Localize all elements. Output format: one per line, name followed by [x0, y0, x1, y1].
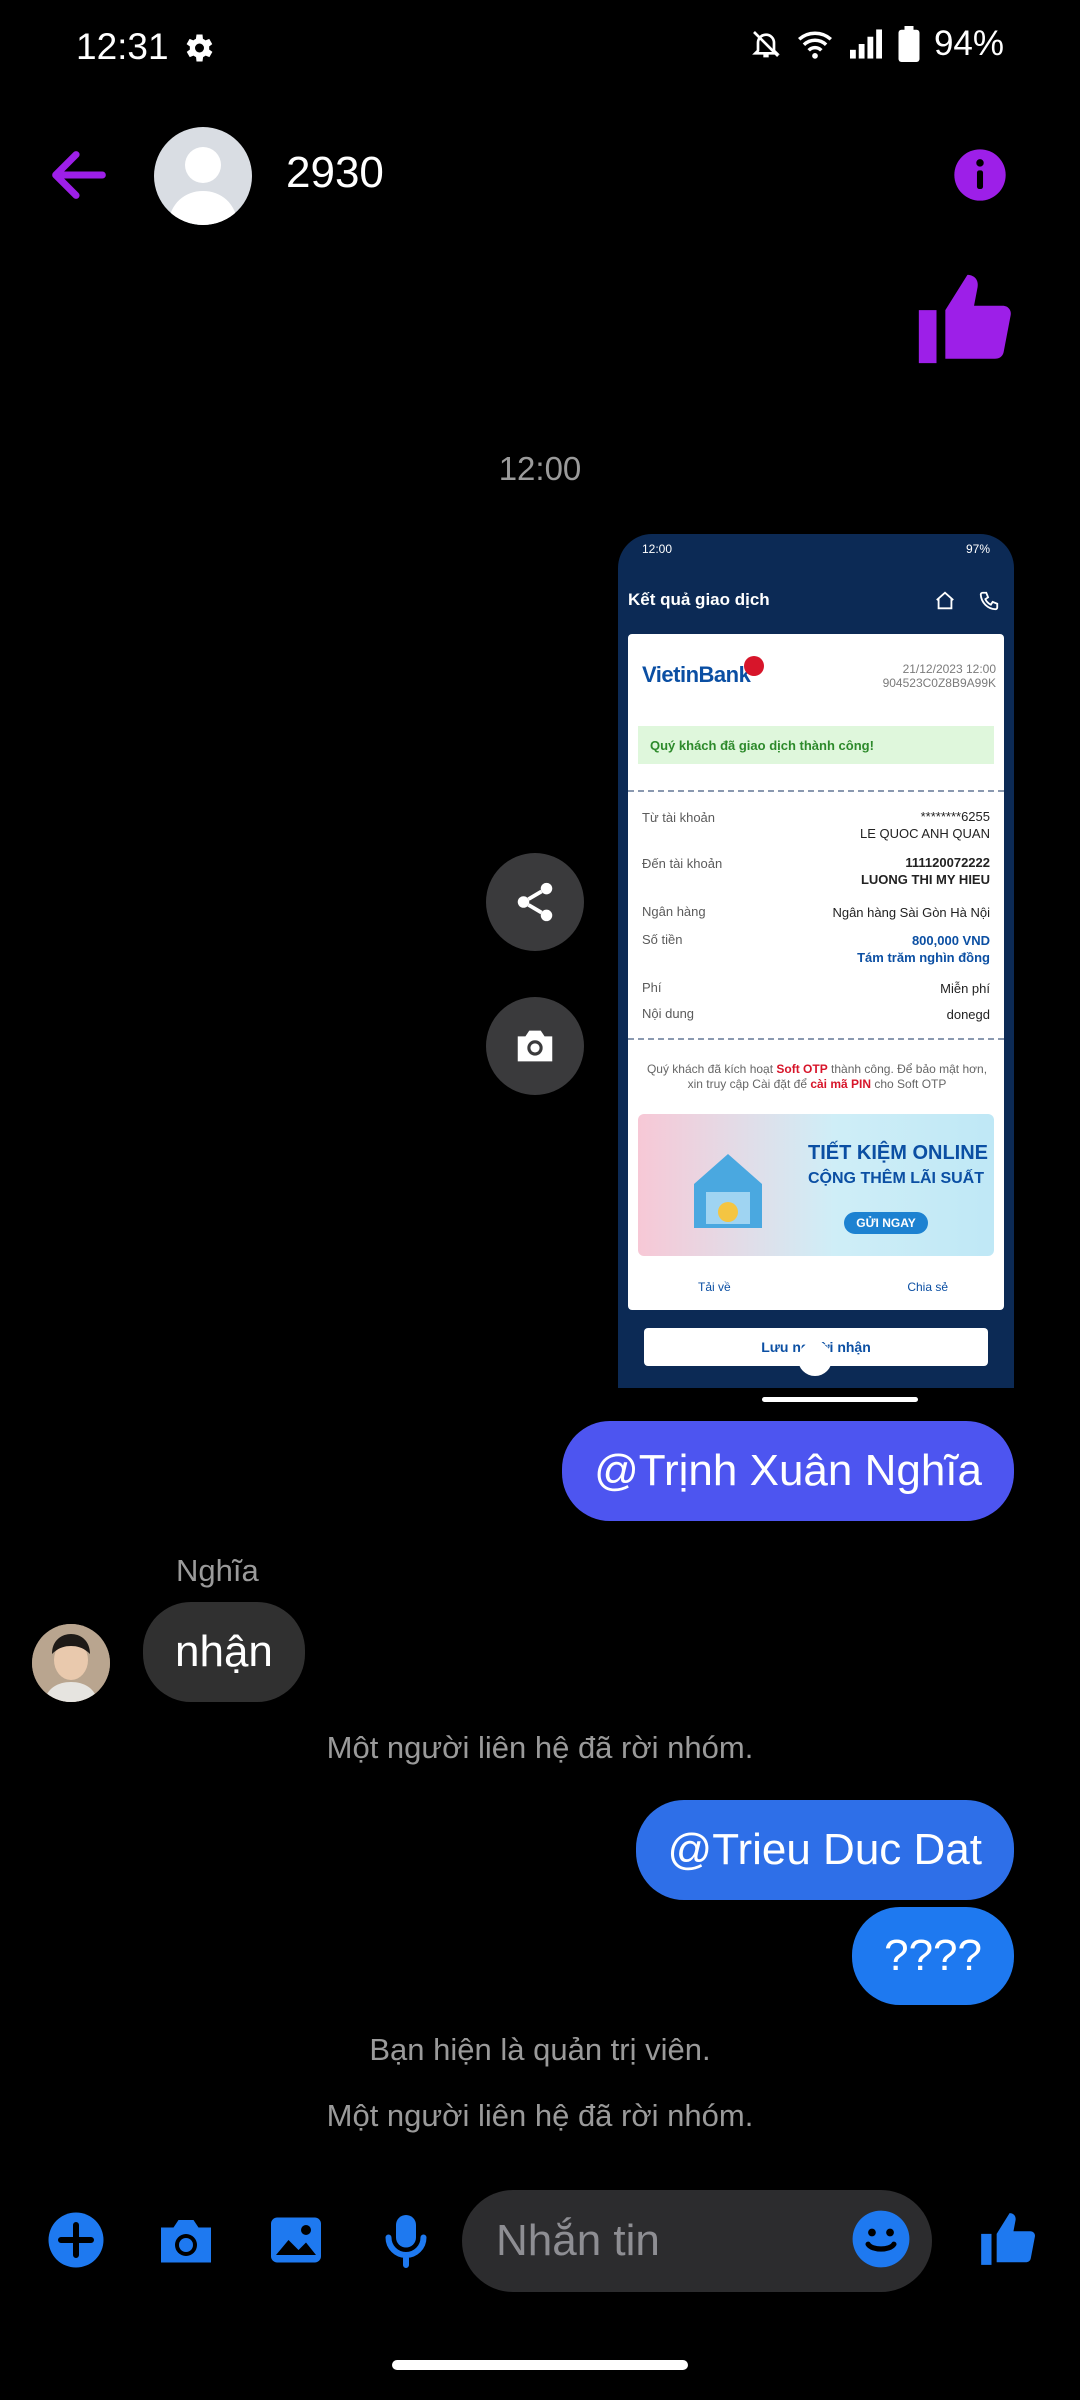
- camera-icon: [517, 1030, 553, 1062]
- receipt-title: Kết quả giao dịch: [628, 590, 770, 609]
- receipt-status-battery: 97%: [965, 542, 990, 556]
- receipt-date: 21/12/2023 12:00 904523C0Z8B9A99K: [882, 662, 996, 690]
- person-placeholder-icon: [168, 147, 238, 225]
- wifi-icon: [797, 31, 832, 59]
- microphone-icon[interactable]: [376, 2210, 436, 2270]
- from-label: Từ tài khoản: [642, 810, 716, 825]
- shared-receipt-image[interactable]: 12:00 97% Kết quả giao dịch VietinBank 2…: [618, 534, 1014, 1388]
- banner-button: GỬI NGAY: [844, 1212, 928, 1234]
- signal-icon: [849, 29, 882, 59]
- to-value: 111120072222 LUONG THI MY HIEU: [860, 855, 990, 887]
- divider: [628, 1038, 1004, 1040]
- system-message: Một người liên hệ đã rời nhóm.: [326, 2098, 754, 2133]
- message-bubble-outgoing[interactable]: ????: [852, 1907, 1014, 2005]
- share-icon: [517, 882, 553, 922]
- to-label: Đến tài khoản: [642, 856, 723, 871]
- battery-icon: [898, 26, 920, 62]
- from-value: ********6255 LE QUOC ANH QUAN: [859, 809, 990, 841]
- bank-label: Ngân hàng: [642, 904, 706, 919]
- camera-button[interactable]: [486, 997, 584, 1095]
- sender-name: Nghĩa: [176, 1553, 259, 1588]
- message-bubble-outgoing[interactable]: @Trieu Duc Dat: [635, 1800, 1014, 1900]
- promo-banner: TIẾT KIỆM ONLINE CỘNG THÊM LÃI SUẤT GỬI …: [638, 1114, 994, 1256]
- receipt-card: VietinBank 21/12/2023 12:00 904523C0Z8B9…: [628, 634, 1004, 1310]
- image-handle: [762, 1397, 918, 1402]
- camera-icon[interactable]: [156, 2210, 216, 2270]
- emoji-icon[interactable]: [850, 2208, 912, 2270]
- message-input-placeholder[interactable]: Nhắn tin: [496, 2216, 660, 2266]
- phone-icon: [979, 591, 999, 611]
- fee-label: Phí: [642, 980, 662, 995]
- receipt-status-time: 12:00: [642, 542, 673, 556]
- back-arrow-icon[interactable]: [44, 140, 114, 210]
- fee-value: Miễn phí: [940, 981, 990, 996]
- piggy-house-icon: [694, 1154, 762, 1228]
- download-link: Tải về: [698, 1280, 731, 1294]
- sender-avatar[interactable]: [32, 1624, 110, 1702]
- chat-title[interactable]: 2930: [286, 148, 384, 198]
- like-thumbs-up-icon[interactable]: [976, 2208, 1038, 2270]
- system-message: Bạn hiện là quản trị viên.: [369, 2032, 711, 2067]
- bank-value: Ngân hàng Sài Gòn Hà Nội: [832, 905, 990, 920]
- otp-note: Quý khách đã kích hoạt Soft OTP thành cô…: [646, 1062, 988, 1091]
- info-icon[interactable]: [952, 147, 1008, 203]
- bell-muted-icon: [752, 31, 780, 58]
- share-link: Chia sẻ: [907, 1280, 948, 1294]
- avatar-photo-icon: [32, 1624, 110, 1702]
- bank-logo-mark: [744, 656, 764, 676]
- scroll-down-icon: [798, 1342, 832, 1376]
- add-plus-icon[interactable]: [46, 2210, 106, 2270]
- success-banner: Quý khách đã giao dịch thành công!: [638, 726, 994, 764]
- divider: [628, 790, 1004, 792]
- message-bubble-outgoing[interactable]: @Trịnh Xuân Nghĩa: [562, 1421, 1014, 1521]
- like-thumbs-up-icon: [918, 274, 1011, 364]
- content-label: Nội dung: [642, 1006, 695, 1021]
- content-value: donegd: [946, 1007, 990, 1022]
- group-avatar[interactable]: [154, 127, 252, 225]
- status-time: 12:31: [76, 26, 169, 67]
- amount-value: 800,000 VND Tám trăm nghìn đồng: [857, 933, 990, 965]
- system-message: Một người liên hệ đã rời nhóm.: [326, 1730, 754, 1765]
- time-separator: 12:00: [498, 450, 582, 487]
- banner-subtitle: CỘNG THÊM LÃI SUẤT: [808, 1170, 984, 1187]
- battery-percent: 94%: [933, 24, 1004, 63]
- message-bubble-incoming[interactable]: nhận: [143, 1602, 305, 1702]
- bank-logo: VietinBank: [642, 662, 751, 687]
- banner-title: TIẾT KIỆM ONLINE: [808, 1142, 988, 1164]
- home-gesture-bar[interactable]: [392, 2360, 688, 2370]
- settings-gear-icon: [186, 34, 213, 62]
- share-button[interactable]: [486, 853, 584, 951]
- status-indicators: 94%: [750, 24, 1004, 64]
- amount-label: Số tiền: [642, 932, 683, 947]
- home-icon: [936, 591, 954, 610]
- gallery-image-icon[interactable]: [266, 2210, 326, 2270]
